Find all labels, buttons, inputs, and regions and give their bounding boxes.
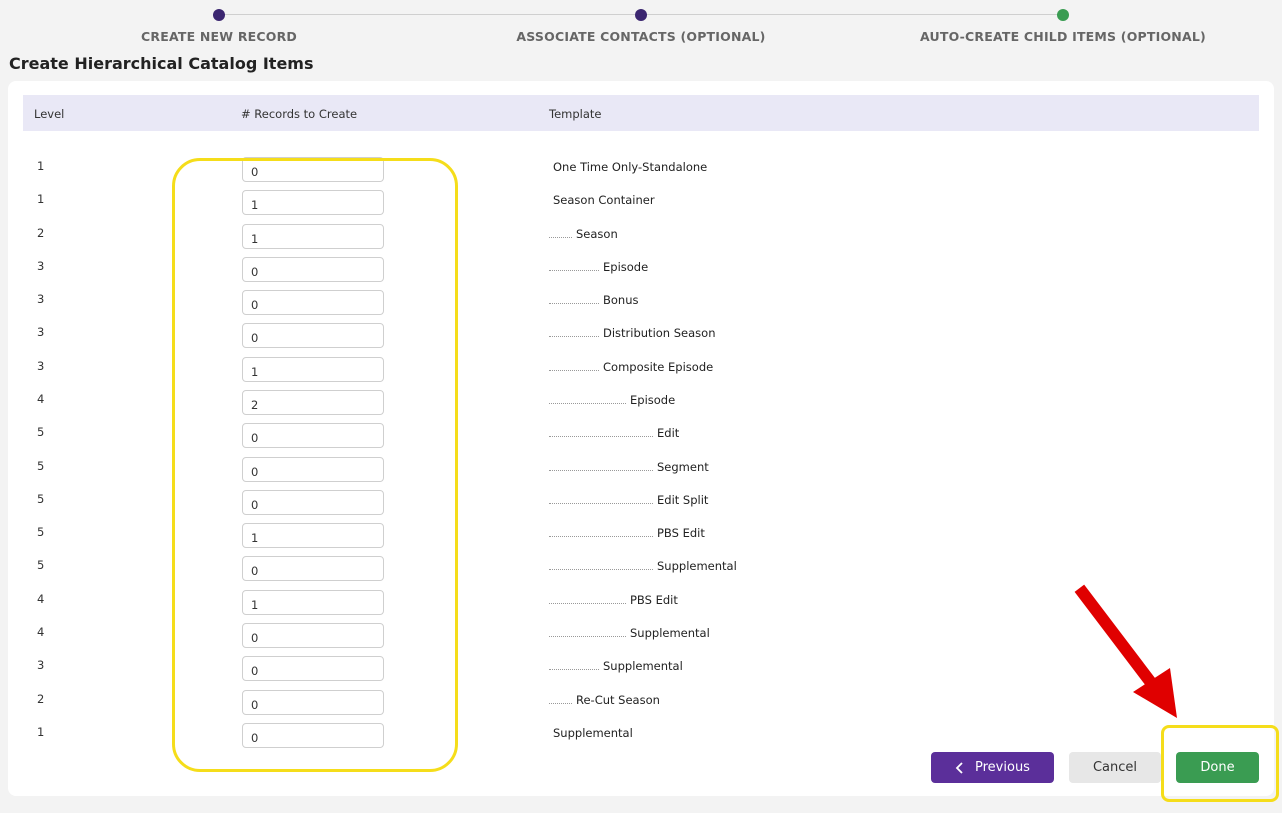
indent-guide (549, 493, 653, 504)
row-level: 4 (37, 592, 45, 606)
template-name: Episode (630, 393, 676, 407)
row-level: 2 (37, 226, 45, 240)
highlight-records-column (172, 158, 458, 772)
indent-guide (549, 693, 572, 704)
template-name: Segment (657, 460, 709, 474)
row-level: 1 (37, 725, 45, 739)
indent-guide (549, 626, 626, 637)
template-name: Supplemental (657, 559, 737, 573)
row-level: 2 (37, 692, 45, 706)
indent-guide (549, 460, 653, 471)
row-level: 5 (37, 492, 45, 506)
template-name: Edit (657, 426, 680, 440)
row-level: 4 (37, 625, 45, 639)
row-level: 3 (37, 325, 45, 339)
page-title: Create Hierarchical Catalog Items (9, 54, 314, 73)
template-name: PBS Edit (630, 593, 678, 607)
template-name: Season (576, 227, 618, 241)
progress-stepper: CREATE NEW RECORD ASSOCIATE CONTACTS (OP… (0, 0, 1282, 50)
row-template: Edit (549, 426, 679, 440)
cancel-button-label: Cancel (1092, 760, 1138, 775)
row-template: Season (549, 227, 618, 241)
template-name: Composite Episode (603, 360, 714, 374)
row-level: 5 (37, 558, 45, 572)
row-template: Supplemental (549, 659, 683, 673)
step-associate-contacts: ASSOCIATE CONTACTS (OPTIONAL) (461, 0, 821, 44)
row-template: Supplemental (549, 559, 737, 573)
step-dot (635, 9, 647, 21)
indent-guide (549, 559, 653, 570)
row-level: 5 (37, 425, 45, 439)
row-level: 5 (37, 459, 45, 473)
template-name: Supplemental (603, 659, 683, 673)
template-name: Episode (603, 260, 649, 274)
template-name: PBS Edit (657, 526, 705, 540)
header-template: Template (549, 107, 602, 121)
template-name: Edit Split (657, 493, 709, 507)
cancel-button[interactable]: Cancel (1069, 752, 1161, 783)
row-level: 3 (37, 658, 45, 672)
indent-guide (549, 593, 626, 604)
row-level: 3 (37, 259, 45, 273)
row-level: 3 (37, 359, 45, 373)
row-template: PBS Edit (549, 526, 705, 540)
step-label: CREATE NEW RECORD (141, 29, 297, 44)
indent-guide (549, 326, 599, 337)
step-create-new-record: CREATE NEW RECORD (39, 0, 399, 44)
row-level: 5 (37, 525, 45, 539)
template-name: One Time Only-Standalone (553, 160, 708, 174)
row-template: Season Container (553, 193, 655, 207)
row-template: Edit Split (549, 493, 708, 507)
row-template: One Time Only-Standalone (553, 160, 707, 174)
indent-guide (549, 659, 599, 670)
step-label: AUTO-CREATE CHILD ITEMS (OPTIONAL) (920, 29, 1206, 44)
row-level: 4 (37, 392, 45, 406)
step-auto-create-child-items: AUTO-CREATE CHILD ITEMS (OPTIONAL) (883, 0, 1243, 44)
previous-button[interactable]: Previous (931, 752, 1054, 783)
row-template: Distribution Season (549, 326, 715, 340)
row-template: Composite Episode (549, 360, 713, 374)
indent-guide (549, 426, 653, 437)
step-dot (1057, 9, 1069, 21)
row-template: Episode (549, 393, 675, 407)
template-name: Supplemental (553, 726, 633, 740)
template-name: Re-Cut Season (576, 693, 660, 707)
step-label: ASSOCIATE CONTACTS (OPTIONAL) (516, 29, 766, 44)
row-level: 1 (37, 192, 45, 206)
row-template: Supplemental (549, 626, 710, 640)
template-name: Bonus (603, 293, 639, 307)
row-template: Re-Cut Season (549, 693, 660, 707)
row-template: Supplemental (553, 726, 633, 740)
done-button[interactable]: Done (1176, 752, 1259, 783)
header-level: Level (34, 107, 65, 121)
previous-button-label: Previous (975, 760, 1030, 775)
done-button-label: Done (1200, 760, 1235, 775)
indent-guide (549, 360, 599, 371)
row-template: Bonus (549, 293, 639, 307)
template-name: Distribution Season (603, 326, 716, 340)
indent-guide (549, 293, 599, 304)
row-template: Episode (549, 260, 648, 274)
indent-guide (549, 260, 599, 271)
template-name: Season Container (553, 193, 655, 207)
indent-guide (549, 227, 572, 238)
table-header: Level # Records to Create Template (23, 95, 1259, 131)
row-template: Segment (549, 460, 709, 474)
header-records-to-create: # Records to Create (241, 107, 358, 121)
indent-guide (549, 393, 626, 404)
chevron-left-icon (955, 761, 963, 774)
step-dot (213, 9, 225, 21)
row-template: PBS Edit (549, 593, 678, 607)
indent-guide (549, 526, 653, 537)
row-level: 3 (37, 292, 45, 306)
template-name: Supplemental (630, 626, 710, 640)
row-level: 1 (37, 159, 45, 173)
